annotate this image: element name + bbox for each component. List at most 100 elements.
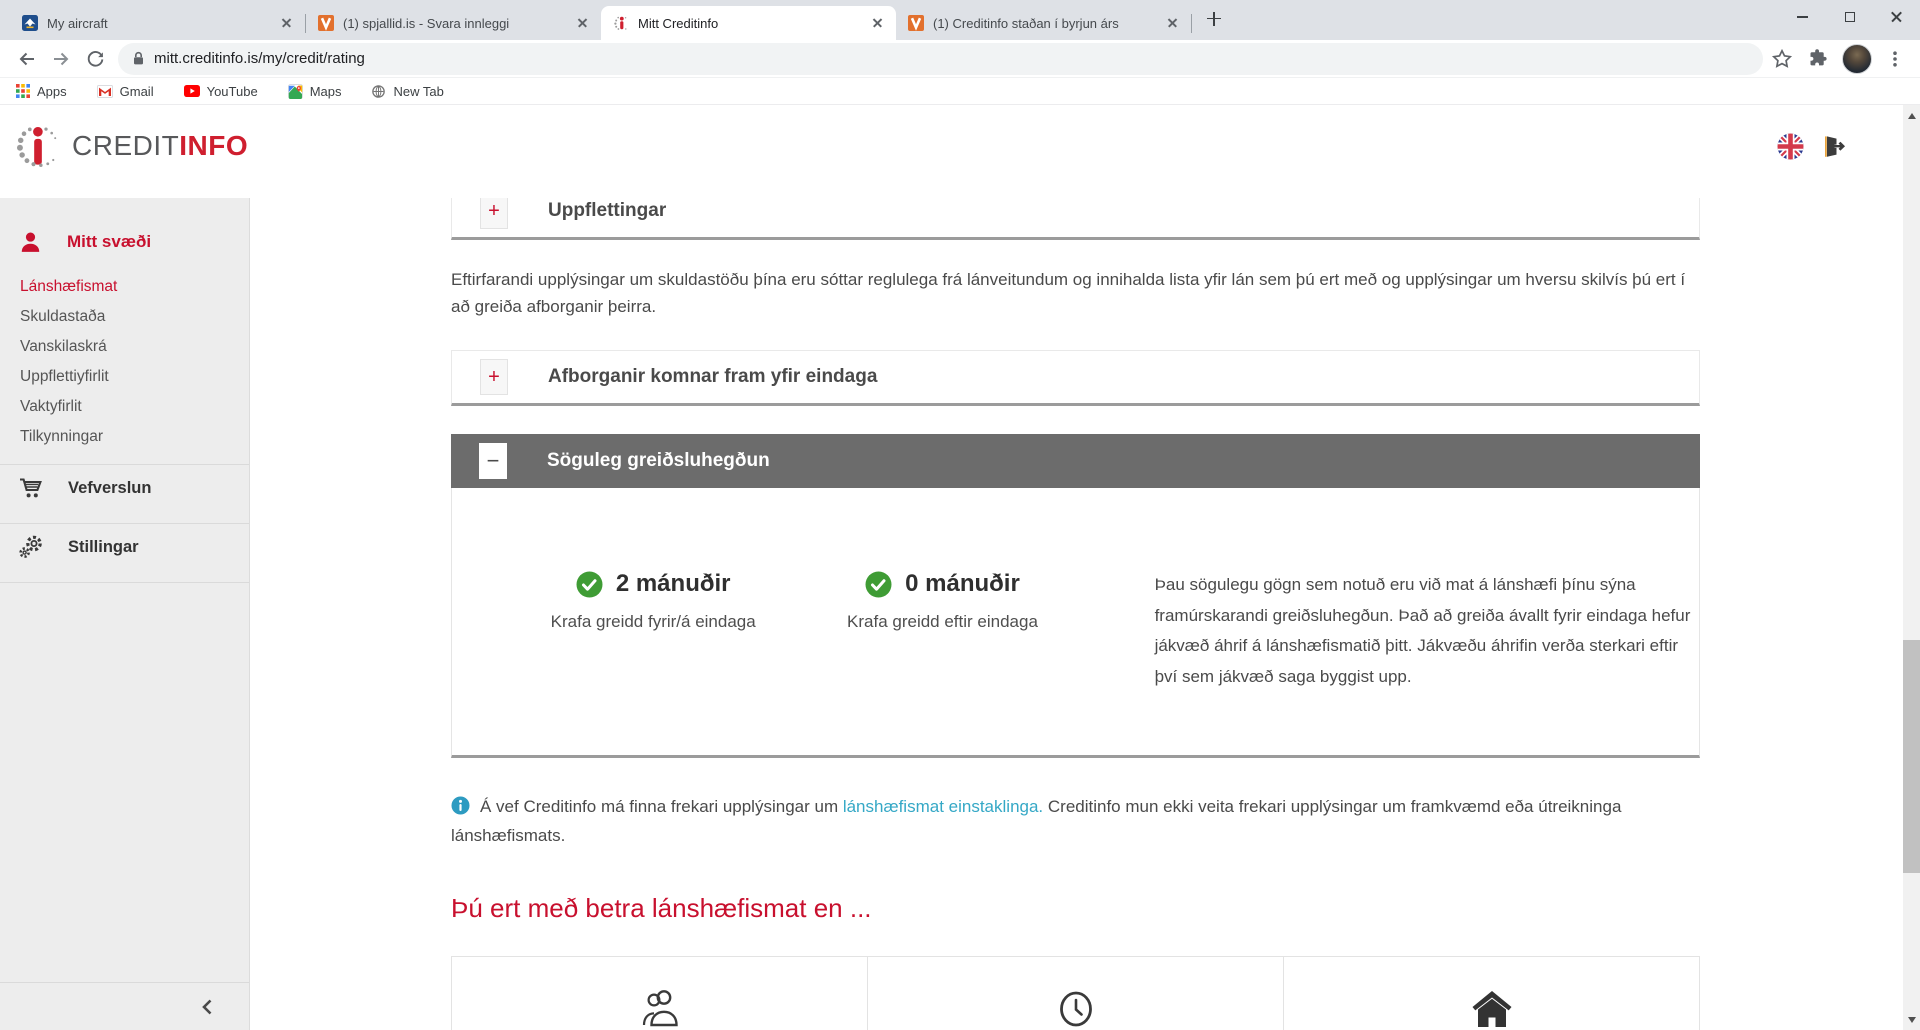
lanshaefismat-link[interactable]: lánshæfismat einstaklinga. bbox=[843, 797, 1043, 816]
sidebar-item-vaktyfirlit[interactable]: Vaktyfirlit bbox=[20, 392, 249, 422]
forward-icon bbox=[51, 49, 71, 69]
sidebar: Mitt svæði Lánshæfismat Skuldastaða Vans… bbox=[0, 198, 250, 1030]
sidebar-link-label: Tilkynningar bbox=[20, 428, 103, 446]
minimize-button[interactable] bbox=[1779, 0, 1826, 34]
history-description: Þau sögulegu gögn sem notuð eru við mat … bbox=[1155, 570, 1699, 755]
tab-close-icon[interactable] bbox=[574, 15, 591, 32]
sidebar-divider bbox=[0, 582, 249, 583]
bookmark-label: New Tab bbox=[393, 84, 443, 99]
comparison-box-region[interactable] bbox=[1283, 956, 1700, 1030]
compare-heading: Þú ert með betra lánshæfismat en ... bbox=[451, 893, 1700, 924]
scroll-down-arrow[interactable] bbox=[1903, 1011, 1920, 1028]
logout-icon[interactable] bbox=[1820, 133, 1847, 160]
forward-button[interactable] bbox=[44, 42, 78, 76]
collapse-minus-icon[interactable]: − bbox=[479, 443, 507, 479]
sidebar-item-label: Vefverslun bbox=[68, 479, 151, 498]
expand-plus-icon[interactable]: + bbox=[480, 359, 508, 395]
accordion-uppflettingar[interactable]: + Uppflettingar bbox=[451, 198, 1700, 240]
bookmarks-bar: Apps Gmail YouTube Maps New Tab bbox=[0, 78, 1920, 105]
people-icon bbox=[637, 983, 683, 1030]
extensions-puzzle-icon[interactable] bbox=[1807, 48, 1828, 69]
creditinfo-favicon bbox=[613, 15, 629, 31]
main-content: + Uppflettingar Eftirfarandi upplýsingar… bbox=[250, 198, 1903, 1030]
uk-flag-language-icon[interactable] bbox=[1777, 133, 1804, 160]
accordion-soguleg-greidsluhegdun[interactable]: − Söguleg greiðsluhegðun bbox=[451, 434, 1700, 488]
sidebar-collapse[interactable] bbox=[0, 982, 249, 1030]
browser-window: My aircraft (1) spjallid.is - Svara innl… bbox=[0, 0, 1920, 1030]
bookmark-label: Maps bbox=[310, 84, 342, 99]
tab-my-aircraft[interactable]: My aircraft bbox=[10, 6, 305, 40]
brand-info-text: INFO bbox=[179, 130, 248, 161]
stat-label: Krafa greidd eftir eindaga bbox=[806, 612, 1078, 632]
info-icon bbox=[451, 796, 470, 815]
bookmark-label: Apps bbox=[37, 84, 67, 99]
chrome-menu-icon[interactable] bbox=[1886, 50, 1904, 68]
tab-close-icon[interactable] bbox=[1164, 15, 1181, 32]
bookmark-label: Gmail bbox=[120, 84, 154, 99]
sidebar-link-label: Vaktyfirlit bbox=[20, 398, 82, 416]
comparison-box-people[interactable] bbox=[451, 956, 868, 1030]
page-scrollbar[interactable] bbox=[1903, 105, 1920, 1030]
maps-icon bbox=[288, 84, 303, 99]
bookmark-apps[interactable]: Apps bbox=[16, 84, 67, 99]
apps-grid-icon bbox=[16, 84, 30, 98]
new-tab-button[interactable] bbox=[1200, 5, 1228, 33]
comparison-box-age[interactable] bbox=[867, 956, 1284, 1030]
browser-toolbar: mitt.creditinfo.is/my/credit/rating bbox=[0, 40, 1920, 78]
url-bar[interactable]: mitt.creditinfo.is/my/credit/rating bbox=[118, 43, 1763, 75]
stat-value: 2 mánuðir bbox=[616, 570, 731, 598]
gears-settings-icon bbox=[18, 534, 44, 560]
clock-icon bbox=[1055, 983, 1097, 1030]
globe-icon bbox=[371, 84, 386, 99]
sidebar-item-lanshaefismat[interactable]: Lánshæfismat bbox=[20, 272, 249, 302]
reload-button[interactable] bbox=[78, 42, 112, 76]
bookmark-new-tab[interactable]: New Tab bbox=[371, 84, 443, 99]
creditinfo-logo[interactable]: CREDITINFO bbox=[16, 123, 248, 169]
sidebar-item-my-area[interactable]: Mitt svæði bbox=[0, 222, 249, 262]
bookmark-maps[interactable]: Maps bbox=[288, 84, 342, 99]
tab-creditinfo-stadan[interactable]: (1) Creditinfo staðan í byrjun árs bbox=[896, 6, 1191, 40]
intro-paragraph: Eftirfarandi upplýsingar um skuldastöðu … bbox=[451, 266, 1700, 320]
scroll-up-arrow[interactable] bbox=[1903, 107, 1920, 124]
sidebar-links: Lánshæfismat Skuldastaða Vanskilaskrá Up… bbox=[0, 272, 249, 452]
scrollbar-thumb[interactable] bbox=[1903, 640, 1920, 873]
history-panel: 2 mánuðir Krafa greidd fyrir/á eindaga 0… bbox=[451, 488, 1700, 758]
accordion-title: Afborganir komnar fram yfir eindaga bbox=[548, 366, 877, 388]
sidebar-link-label: Vanskilaskrá bbox=[20, 338, 107, 356]
tab-mitt-creditinfo[interactable]: Mitt Creditinfo bbox=[601, 6, 896, 40]
accordion-afborganir[interactable]: + Afborganir komnar fram yfir eindaga bbox=[451, 350, 1700, 406]
sidebar-item-vanskilaskra[interactable]: Vanskilaskrá bbox=[20, 332, 249, 362]
tab-strip: My aircraft (1) spjallid.is - Svara innl… bbox=[0, 0, 1920, 40]
forum-v-favicon bbox=[908, 15, 924, 31]
close-icon bbox=[1890, 11, 1903, 24]
info-text-prefix: Á vef Creditinfo má finna frekari upplýs… bbox=[480, 797, 843, 816]
profile-avatar[interactable] bbox=[1842, 44, 1872, 74]
maximize-icon bbox=[1845, 12, 1855, 22]
tab-close-icon[interactable] bbox=[869, 15, 886, 32]
minimize-icon bbox=[1797, 16, 1808, 18]
close-button[interactable] bbox=[1873, 0, 1920, 34]
sidebar-item-label: Mitt svæði bbox=[67, 232, 151, 252]
sidebar-item-uppflettiyfirlit[interactable]: Uppflettiyfirlit bbox=[20, 362, 249, 392]
tab-close-icon[interactable] bbox=[278, 15, 295, 32]
bookmark-label: YouTube bbox=[207, 84, 258, 99]
bookmark-gmail[interactable]: Gmail bbox=[97, 84, 154, 99]
tab-spjallid[interactable]: (1) spjallid.is - Svara innleggi bbox=[306, 6, 601, 40]
sidebar-item-stillingar[interactable]: Stillingar bbox=[0, 524, 249, 570]
bookmark-star-icon[interactable] bbox=[1771, 48, 1793, 70]
sidebar-link-label: Skuldastaða bbox=[20, 308, 105, 326]
aircraft-favicon bbox=[22, 15, 38, 31]
youtube-icon bbox=[184, 85, 200, 97]
stat-paid-after-due: 0 mánuðir Krafa greidd eftir eindaga bbox=[806, 570, 1078, 755]
maximize-button[interactable] bbox=[1826, 0, 1873, 34]
sidebar-item-skuldastada[interactable]: Skuldastaða bbox=[20, 302, 249, 332]
url-text: mitt.creditinfo.is/my/credit/rating bbox=[154, 50, 365, 67]
expand-plus-icon[interactable]: + bbox=[480, 198, 508, 229]
stat-label: Krafa greidd fyrir/á eindaga bbox=[508, 612, 798, 632]
back-button[interactable] bbox=[10, 42, 44, 76]
check-circle-icon bbox=[576, 571, 603, 598]
sidebar-item-tilkynningar[interactable]: Tilkynningar bbox=[20, 422, 249, 452]
sidebar-item-vefverslun[interactable]: Vefverslun bbox=[0, 465, 249, 511]
bookmark-youtube[interactable]: YouTube bbox=[184, 84, 258, 99]
stat-paid-before-due: 2 mánuðir Krafa greidd fyrir/á eindaga bbox=[508, 570, 798, 755]
